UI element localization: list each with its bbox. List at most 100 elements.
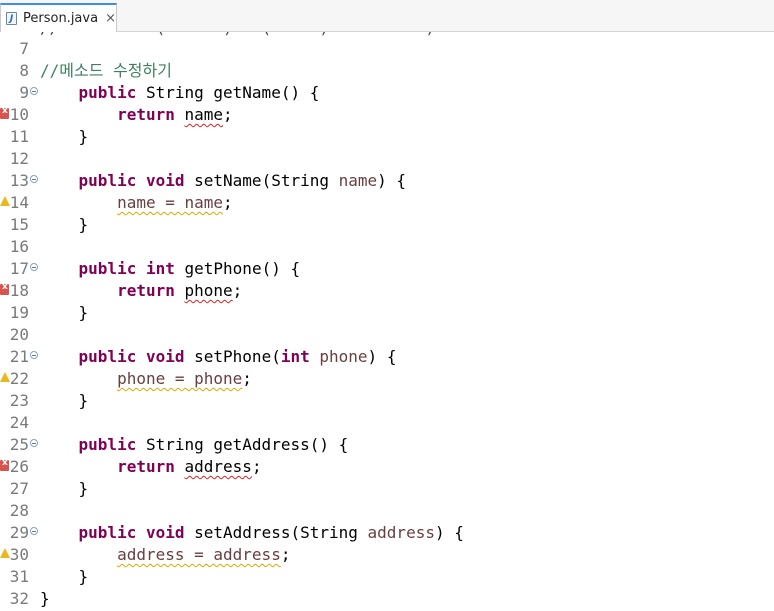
code-token: String getAddress() {	[136, 435, 349, 454]
line-number: 27	[9, 479, 29, 498]
code-line[interactable]: 14 name = name;	[0, 192, 774, 214]
code-token: ;	[232, 281, 243, 300]
code-token: }	[40, 303, 89, 322]
code-token: setName(String	[184, 171, 339, 190]
code-line[interactable]: 28	[0, 500, 774, 522]
line-number: 20	[9, 325, 29, 344]
fold-toggle-icon[interactable]	[30, 351, 38, 359]
code-token: public	[78, 171, 137, 190]
line-number: 30	[9, 545, 29, 564]
code-line[interactable]: 10 return name;	[0, 104, 774, 126]
fold-toggle-icon[interactable]	[30, 175, 38, 183]
line-number: 11	[9, 127, 29, 146]
code-line[interactable]: 22 phone = phone;	[0, 368, 774, 390]
code-line[interactable]: 18 return phone;	[0, 280, 774, 302]
line-number: 18	[9, 281, 29, 300]
code-token: public	[78, 523, 137, 542]
line-number: 12	[9, 149, 29, 168]
code-line[interactable]: 20	[0, 324, 774, 346]
code-line[interactable]: 9 public String getName() {	[0, 82, 774, 104]
code-token: ;	[280, 545, 291, 564]
line-number: 32	[9, 589, 29, 608]
code-token: return	[117, 457, 175, 476]
tab-person-java[interactable]: J Person.java ×	[0, 3, 117, 32]
code-token: int	[280, 347, 310, 366]
fold-toggle-icon[interactable]	[30, 439, 38, 447]
code-token: phone	[184, 281, 233, 300]
close-icon[interactable]: ×	[105, 11, 116, 26]
code-line[interactable]: 7	[0, 38, 774, 60]
code-token: int	[145, 259, 175, 278]
code-text: }	[40, 390, 89, 412]
code-line[interactable]: 24	[0, 412, 774, 434]
code-line[interactable]: 32}	[0, 588, 774, 610]
fold-toggle-icon[interactable]	[30, 263, 38, 271]
code-token: }	[40, 479, 89, 498]
fold-toggle-icon[interactable]	[30, 527, 38, 535]
code-line[interactable]: 21 public void setPhone(int phone) {	[0, 346, 774, 368]
code-token: ;	[242, 369, 252, 388]
code-token: return	[117, 281, 175, 300]
code-line[interactable]: 11 }	[0, 126, 774, 148]
code-line[interactable]: 13 public void setName(String name) {	[0, 170, 774, 192]
tab-label: Person.java	[23, 11, 99, 26]
line-number: 24	[9, 413, 29, 432]
code-line[interactable]: 8 //메소드 수정하기	[0, 60, 774, 82]
code-editor[interactable]: // ( ) ( ) ) 78//메소드 수정하기9 public String…	[0, 32, 774, 611]
code-text: public String getName() {	[40, 82, 320, 104]
code-token: String getName() {	[136, 83, 320, 102]
code-token: public	[78, 83, 137, 102]
code-line[interactable]: 25 public String getAddress() {	[0, 434, 774, 456]
code-text: return address;	[40, 456, 262, 478]
code-token: getPhone() {	[174, 259, 301, 278]
java-file-icon: J	[6, 12, 17, 25]
line-number: 8	[19, 61, 29, 80]
code-token: return	[117, 105, 175, 124]
code-line[interactable]: 27 }	[0, 478, 774, 500]
code-line[interactable]: 26 return address;	[0, 456, 774, 478]
code-line[interactable]: 16	[0, 236, 774, 258]
code-text: }	[40, 302, 89, 324]
code-line[interactable]: 23 }	[0, 390, 774, 412]
code-text: }	[40, 566, 89, 588]
code-token: name = name	[117, 193, 224, 212]
code-text: public void setAddress(String address) {	[40, 522, 464, 544]
code-line[interactable]: 30 address = address;	[0, 544, 774, 566]
code-text: }	[40, 214, 89, 236]
code-line[interactable]: 31 }	[0, 566, 774, 588]
code-text: return name;	[40, 104, 233, 126]
code-text: return phone;	[40, 280, 242, 302]
code-text: public void setName(String name) {	[40, 170, 407, 192]
code-token: ) {	[434, 523, 464, 542]
code-line[interactable]: 29 public void setAddress(String address…	[0, 522, 774, 544]
code-token: //메소드 수정하기	[40, 61, 172, 80]
code-token: void	[145, 523, 185, 542]
code-line[interactable]: 12	[0, 148, 774, 170]
line-number: 28	[9, 501, 29, 520]
code-line[interactable]: 19 }	[0, 302, 774, 324]
code-token: phone = phone	[117, 369, 243, 388]
code-token: public	[78, 259, 137, 278]
line-number: 17	[9, 259, 29, 278]
code-token: }	[40, 127, 89, 146]
code-token: void	[145, 347, 185, 366]
line-number: 23	[9, 391, 29, 410]
code-line[interactable]: 17 public int getPhone() {	[0, 258, 774, 280]
line-number: 31	[9, 567, 29, 586]
code-text: }	[40, 478, 89, 500]
line-number: 14	[9, 193, 29, 212]
code-line[interactable]: 15 }	[0, 214, 774, 236]
fold-toggle-icon[interactable]	[30, 87, 38, 95]
editor-tab-bar: J Person.java ×	[0, 0, 774, 32]
